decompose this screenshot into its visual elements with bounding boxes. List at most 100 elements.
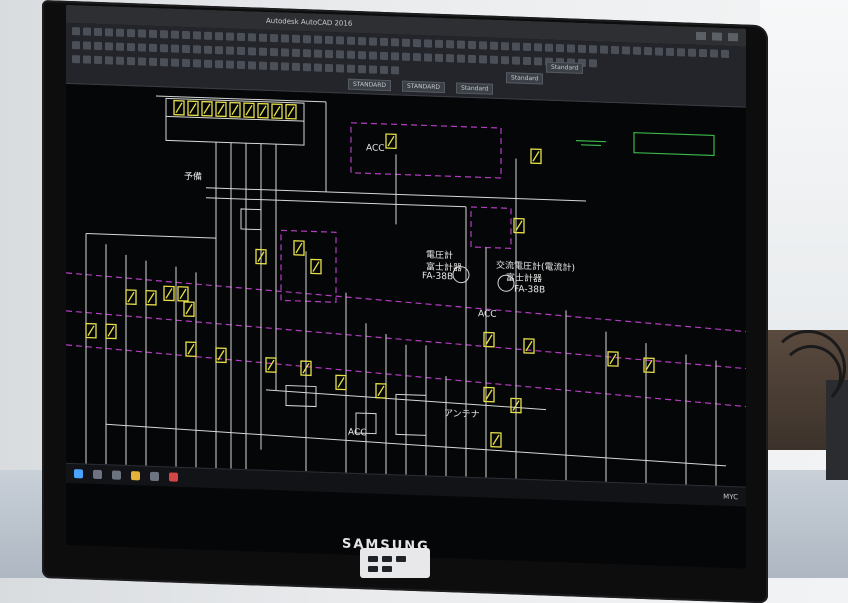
toolbar-tool-icon[interactable]: [391, 52, 399, 61]
toolbar-tool-icon[interactable]: [325, 35, 333, 45]
toolbar-tool-icon[interactable]: [83, 27, 91, 36]
toolbar-tool-icon[interactable]: [259, 61, 267, 70]
close-button[interactable]: [728, 32, 738, 42]
toolbar-tool-icon[interactable]: [303, 35, 311, 44]
toolbar-tool-icon[interactable]: [270, 61, 278, 71]
toolbar-tool-icon[interactable]: [556, 43, 564, 53]
toolbar-tool-icon[interactable]: [358, 37, 366, 46]
toolbar-tool-icon[interactable]: [380, 51, 388, 61]
toolbar-tool-icon[interactable]: [259, 47, 267, 56]
autocad-icon[interactable]: [169, 472, 178, 482]
toolbar-tool-icon[interactable]: [457, 40, 465, 49]
toolbar-tool-icon[interactable]: [259, 33, 267, 42]
toolbar-tool-icon[interactable]: [292, 48, 300, 58]
toolbar-tool-icon[interactable]: [248, 47, 256, 56]
search-icon[interactable]: [93, 469, 102, 480]
toolbar-tool-icon[interactable]: [446, 54, 454, 63]
toolbar-tool-icon[interactable]: [336, 50, 344, 59]
toolbar-tool-icon[interactable]: [127, 42, 135, 52]
style-dropdown[interactable]: Standard: [506, 72, 544, 85]
toolbar-tool-icon[interactable]: [314, 35, 322, 44]
toolbar-tool-icon[interactable]: [611, 45, 619, 55]
toolbar-tool-icon[interactable]: [193, 59, 201, 68]
toolbar-tool-icon[interactable]: [160, 58, 168, 67]
style-dropdown[interactable]: STANDARD: [402, 80, 446, 94]
style-dropdown[interactable]: STANDARD: [348, 78, 392, 92]
toolbar-tool-icon[interactable]: [215, 60, 223, 69]
minimize-button[interactable]: [696, 31, 706, 41]
toolbar-tool-icon[interactable]: [479, 41, 487, 50]
toolbar-tool-icon[interactable]: [512, 42, 520, 51]
toolbar-tool-icon[interactable]: [138, 43, 146, 52]
toolbar-tool-icon[interactable]: [402, 38, 410, 47]
toolbar-tool-icon[interactable]: [391, 66, 399, 75]
toolbar-tool-icon[interactable]: [292, 62, 300, 72]
toolbar-tool-icon[interactable]: [281, 34, 289, 43]
toolbar-tool-icon[interactable]: [215, 46, 223, 55]
toolbar-tool-icon[interactable]: [314, 63, 322, 72]
toolbar-tool-icon[interactable]: [523, 56, 531, 66]
toolbar-tool-icon[interactable]: [336, 36, 344, 45]
toolbar-tool-icon[interactable]: [578, 44, 586, 53]
toolbar-tool-icon[interactable]: [72, 27, 80, 36]
toolbar-tool-icon[interactable]: [468, 54, 476, 64]
toolbar-tool-icon[interactable]: [347, 64, 355, 73]
toolbar-tool-icon[interactable]: [171, 58, 179, 67]
toolbar-tool-icon[interactable]: [336, 64, 344, 73]
toolbar-tool-icon[interactable]: [600, 45, 608, 54]
toolbar-tool-icon[interactable]: [457, 54, 465, 63]
toolbar-tool-icon[interactable]: [347, 36, 355, 45]
toolbar-tool-icon[interactable]: [248, 61, 256, 70]
toolbar-tool-icon[interactable]: [83, 55, 91, 64]
toolbar-tool-icon[interactable]: [446, 40, 454, 49]
toolbar-tool-icon[interactable]: [688, 48, 696, 57]
toolbar-tool-icon[interactable]: [127, 56, 135, 66]
style-dropdown[interactable]: Standard: [456, 82, 494, 95]
toolbar-tool-icon[interactable]: [193, 45, 201, 54]
toolbar-tool-icon[interactable]: [237, 46, 245, 56]
toolbar-tool-icon[interactable]: [72, 41, 80, 50]
toolbar-tool-icon[interactable]: [655, 47, 663, 56]
toolbar-tool-icon[interactable]: [369, 51, 377, 60]
toolbar-tool-icon[interactable]: [160, 44, 168, 53]
toolbar-tool-icon[interactable]: [204, 59, 212, 68]
toolbar-tool-icon[interactable]: [226, 46, 234, 55]
toolbar-tool-icon[interactable]: [347, 50, 355, 59]
toolbar-tool-icon[interactable]: [105, 28, 113, 37]
toolbar-tool-icon[interactable]: [171, 44, 179, 53]
toolbar-tool-icon[interactable]: [358, 51, 366, 60]
toolbar-tool-icon[interactable]: [391, 38, 399, 47]
toolbar-tool-icon[interactable]: [72, 55, 80, 64]
toolbar-tool-icon[interactable]: [171, 30, 179, 39]
toolbar-tool-icon[interactable]: [193, 31, 201, 40]
toolbar-tool-icon[interactable]: [633, 46, 641, 55]
toolbar-tool-icon[interactable]: [413, 52, 421, 62]
toolbar-tool-icon[interactable]: [226, 60, 234, 69]
toolbar-tool-icon[interactable]: [182, 30, 190, 40]
toolbar-tool-icon[interactable]: [325, 49, 333, 59]
toolbar-tool-icon[interactable]: [479, 55, 487, 64]
toolbar-tool-icon[interactable]: [138, 57, 146, 66]
toolbar-tool-icon[interactable]: [435, 39, 443, 49]
toolbar-tool-icon[interactable]: [303, 63, 311, 72]
toolbar-tool-icon[interactable]: [545, 43, 553, 52]
toolbar-tool-icon[interactable]: [105, 56, 113, 65]
toolbar-tool-icon[interactable]: [622, 46, 630, 55]
toolbar-tool-icon[interactable]: [490, 41, 498, 50]
toolbar-tool-icon[interactable]: [501, 42, 509, 51]
toolbar-tool-icon[interactable]: [644, 47, 652, 56]
drawing-canvas[interactable]: ACC ACC ACC 電圧計 富士計器 FA-38B 交流電圧計(電流計) 富…: [66, 83, 746, 487]
toolbar-tool-icon[interactable]: [424, 39, 432, 48]
toolbar-tool-icon[interactable]: [116, 28, 124, 37]
toolbar-tool-icon[interactable]: [149, 29, 157, 39]
toolbar-tool-icon[interactable]: [699, 48, 707, 58]
toolbar-tool-icon[interactable]: [127, 28, 135, 38]
toolbar-tool-icon[interactable]: [490, 55, 498, 64]
toolbar-tool-icon[interactable]: [105, 42, 113, 51]
toolbar-tool-icon[interactable]: [369, 65, 377, 74]
toolbar-tool-icon[interactable]: [292, 34, 300, 44]
toolbar-tool-icon[interactable]: [281, 48, 289, 57]
folder-icon[interactable]: [131, 471, 140, 481]
toolbar-tool-icon[interactable]: [204, 45, 212, 54]
toolbar-tool-icon[interactable]: [182, 58, 190, 68]
